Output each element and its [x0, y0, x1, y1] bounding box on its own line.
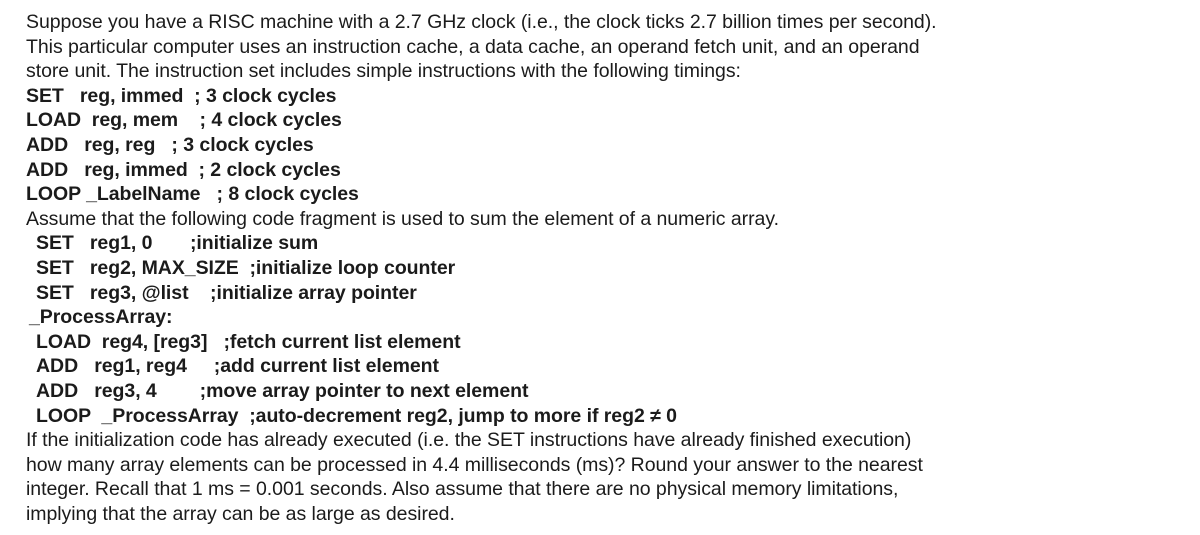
code-label-line: _ProcessArray:: [29, 306, 173, 329]
question-line: implying that the array can be as large …: [26, 502, 455, 525]
code-line: ADD reg1, reg4 ;add current list element: [36, 355, 439, 378]
question-paragraph: If the initialization code has already e…: [26, 428, 1200, 526]
instruction-timing-row: SET reg, immed ; 3 clock cycles: [26, 84, 337, 107]
code-line: SET reg3, @list ;initialize array pointe…: [36, 281, 417, 304]
code-line: SET reg2, MAX_SIZE ;initialize loop coun…: [36, 256, 456, 279]
code-line: LOAD reg4, [reg3] ;fetch current list el…: [36, 330, 461, 353]
instruction-timing-row: ADD reg, immed ; 2 clock cycles: [26, 158, 341, 181]
intro-line: This particular computer uses an instruc…: [26, 35, 920, 58]
instruction-timing-list: SET reg, immed ; 3 clock cycles LOAD reg…: [26, 84, 1200, 207]
code-line: ADD reg3, 4 ;move array pointer to next …: [36, 379, 529, 402]
assume-statement: Assume that the following code fragment …: [26, 207, 1200, 232]
assume-line: Assume that the following code fragment …: [26, 207, 779, 230]
question-line: how many array elements can be processed…: [26, 453, 923, 476]
intro-line: store unit. The instruction set includes…: [26, 60, 741, 83]
instruction-timing-row: LOOP _LabelName ; 8 clock cycles: [26, 183, 359, 206]
code-fragment: SET reg1, 0 ;initialize sum SET reg2, MA…: [26, 231, 1200, 428]
code-line: LOOP _ProcessArray ;auto-decrement reg2,…: [36, 404, 677, 427]
intro-paragraph: Suppose you have a RISC machine with a 2…: [26, 10, 1200, 84]
code-line: SET reg1, 0 ;initialize sum: [36, 232, 319, 255]
instruction-timing-row: LOAD reg, mem ; 4 clock cycles: [26, 109, 342, 132]
intro-line: Suppose you have a RISC machine with a 2…: [26, 11, 937, 33]
instruction-timing-row: ADD reg, reg ; 3 clock cycles: [26, 133, 314, 156]
question-page: Suppose you have a RISC machine with a 2…: [0, 0, 1200, 535]
question-line: If the initialization code has already e…: [26, 429, 912, 452]
question-line: integer. Recall that 1 ms = 0.001 second…: [26, 478, 899, 501]
